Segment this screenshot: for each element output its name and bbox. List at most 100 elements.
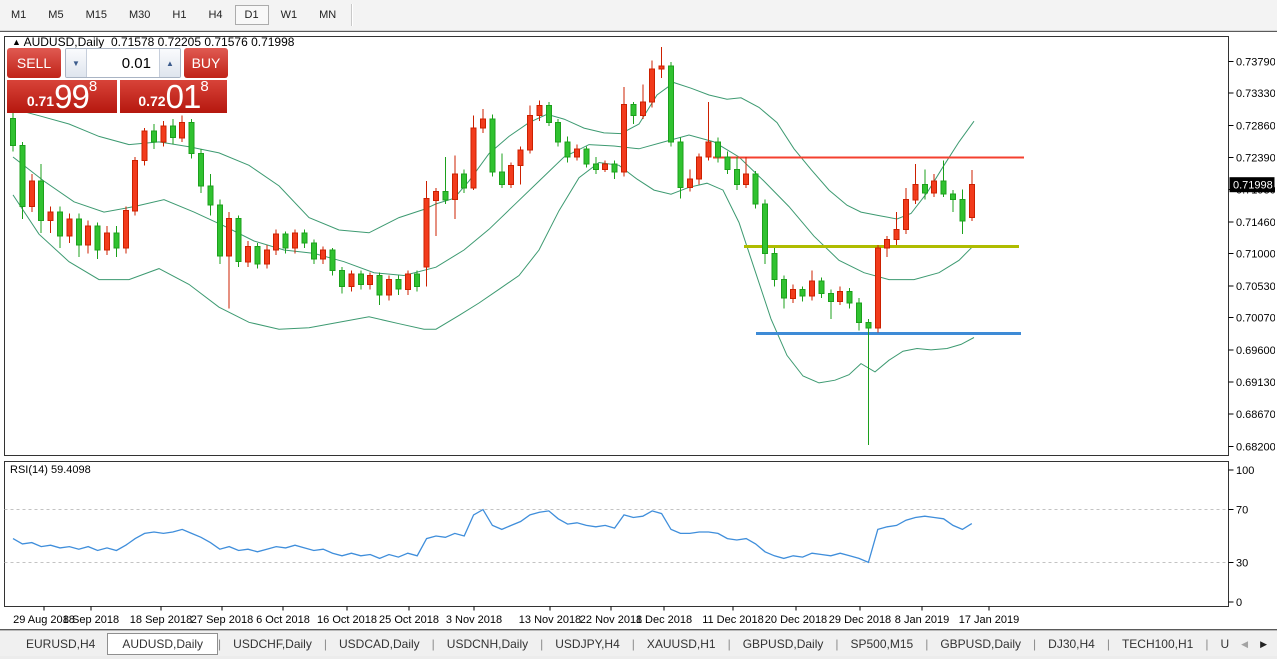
candle-body xyxy=(160,125,167,143)
candle-body xyxy=(517,149,524,166)
rsi-tick-label: 0 xyxy=(1236,597,1242,609)
candle-body xyxy=(912,184,919,201)
timeframe-button-M30[interactable]: M30 xyxy=(119,5,160,25)
rsi-tick-label: 30 xyxy=(1236,557,1248,569)
timeframe-button-MN[interactable]: MN xyxy=(309,5,346,25)
volume-decrease-button[interactable]: ▼ xyxy=(66,49,87,77)
chart-tab-usdcad-daily[interactable]: USDCAD,Daily xyxy=(327,634,432,654)
sell-button[interactable]: SELL xyxy=(7,48,61,78)
date-label: 20 Dec 2018 xyxy=(765,614,827,626)
price-tick-label: 0.68200 xyxy=(1236,441,1275,453)
timeframe-button-M1[interactable]: M1 xyxy=(1,5,36,25)
candle-body xyxy=(282,233,289,249)
candle-body xyxy=(433,191,439,201)
trade-buttons-row: SELL ▼ 0.01 ▲ BUY xyxy=(7,48,228,78)
candle-body xyxy=(301,232,308,244)
timeframe-toolbar: M1 M5 M15 M30 H1 H4 D1 W1 MN xyxy=(0,0,1277,31)
chart-tab-sp500-m15[interactable]: SP500,M15 xyxy=(839,634,926,654)
timeframe-button-W1[interactable]: W1 xyxy=(271,5,308,25)
candle-body xyxy=(179,122,186,139)
candle-body xyxy=(592,163,599,170)
trading-terminal: M1 M5 M15 M30 H1 H4 D1 W1 MN 0.73790 0.73330 0.728… xyxy=(0,0,1277,659)
date-label: 25 Oct 2018 xyxy=(379,614,439,626)
candle-body xyxy=(545,104,552,124)
bollinger-lower-band xyxy=(12,161,975,384)
chart-tab-gbpusd-daily[interactable]: GBPUSD,Daily xyxy=(731,634,836,654)
rsi-tick-label: 70 xyxy=(1236,505,1248,517)
chart-tab-usdchf-daily[interactable]: USDCHF,Daily xyxy=(221,634,324,654)
date-label: 8 Jan 2019 xyxy=(895,614,949,626)
price-tick-label: 0.68670 xyxy=(1236,409,1275,421)
candle-body xyxy=(376,275,383,296)
rsi-line xyxy=(12,508,973,564)
price-chart-canvas[interactable]: 0.737900.733300.728600.723900.719300.714… xyxy=(0,32,1275,629)
candle-body xyxy=(555,122,562,143)
candle-body xyxy=(132,160,139,212)
candle-body xyxy=(743,173,750,185)
timeframe-button-M5[interactable]: M5 xyxy=(38,5,73,25)
candle-body xyxy=(536,104,543,117)
timeframe-button-D1[interactable]: D1 xyxy=(234,5,269,25)
chart-tab-dj30-h4[interactable]: DJ30,H4 xyxy=(1036,634,1107,654)
candle-body xyxy=(733,168,740,186)
candle-body xyxy=(865,321,872,329)
price-tick-label: 0.71000 xyxy=(1236,248,1275,260)
date-label: 27 Sep 2018 xyxy=(191,614,253,626)
chart-tab-eurusd-h4[interactable]: EURUSD,H4 xyxy=(14,634,107,654)
buy-price-box[interactable]: 0.72 01 8 xyxy=(120,78,227,113)
chart-title-text: AUDUSD,Daily 0.71578 0.72205 0.71576 0.7… xyxy=(23,35,295,49)
candle-body xyxy=(564,141,571,158)
volume-input[interactable]: 0.01 xyxy=(87,49,159,77)
candle-body xyxy=(207,185,214,206)
candle-body xyxy=(752,173,759,205)
symbol-collapse-arrow[interactable]: ▲ xyxy=(12,37,21,47)
candle-body xyxy=(329,249,336,272)
chart-tab-usdjpy-h4[interactable]: USDJPY,H4 xyxy=(543,634,631,654)
candle-body xyxy=(470,127,477,189)
candle-body xyxy=(884,239,891,249)
candle-body xyxy=(959,199,966,222)
chart-tab-audusd-daily[interactable]: AUDUSD,Daily xyxy=(107,633,219,655)
candle-body xyxy=(320,249,327,260)
price-tick-label: 0.71460 xyxy=(1236,217,1275,229)
chart-tab-tech100-h1[interactable]: TECH100,H1 xyxy=(1110,634,1205,654)
date-label: 17 Jan 2019 xyxy=(959,614,1020,626)
candle-body xyxy=(47,211,54,221)
volume-spinner: ▼ 0.01 ▲ xyxy=(65,48,181,78)
candle-body xyxy=(771,252,778,281)
price-tick-label: 0.70530 xyxy=(1236,281,1275,293)
candle-body xyxy=(724,156,731,170)
chart-tab-gbpusd-daily[interactable]: GBPUSD,Daily xyxy=(928,634,1033,654)
timeframe-button-H1[interactable]: H1 xyxy=(162,5,196,25)
candle-body xyxy=(818,280,825,294)
timeframe-button-M15[interactable]: M15 xyxy=(76,5,117,25)
candle-body xyxy=(527,115,533,151)
candle-body xyxy=(104,232,110,251)
chart-tab-usdcnh-daily[interactable]: USDCNH,Daily xyxy=(435,634,540,654)
buy-button[interactable]: BUY xyxy=(184,48,228,78)
candle-body xyxy=(216,204,223,257)
candle-body xyxy=(602,163,609,170)
candle-body xyxy=(85,225,92,246)
candle-body xyxy=(940,180,947,195)
candle-body xyxy=(480,118,486,129)
chart-tab-xauusd-h1[interactable]: XAUUSD,H1 xyxy=(635,634,728,654)
timeframe-button-H4[interactable]: H4 xyxy=(198,5,232,25)
volume-increase-button[interactable]: ▲ xyxy=(159,49,180,77)
candle-body xyxy=(874,247,881,329)
candle-body xyxy=(113,232,120,249)
tab-scroll-left-icon[interactable]: ◀ xyxy=(1235,637,1254,652)
candle-body xyxy=(668,65,674,143)
candle-body xyxy=(950,193,956,201)
candle-body xyxy=(921,184,928,194)
sell-price-box[interactable]: 0.71 99 8 xyxy=(7,78,117,113)
candle-body xyxy=(395,279,402,290)
candle-body xyxy=(188,122,195,155)
candle-body xyxy=(19,144,26,208)
trade-prices-row: 0.71 99 8 0.72 01 8 xyxy=(7,78,228,113)
candle-body xyxy=(903,199,909,230)
tab-scroll-right-icon[interactable]: ▶ xyxy=(1254,637,1273,652)
candle-body xyxy=(508,164,515,186)
candle-body xyxy=(339,270,345,287)
buy-price-prefix: 0.72 xyxy=(138,93,166,109)
